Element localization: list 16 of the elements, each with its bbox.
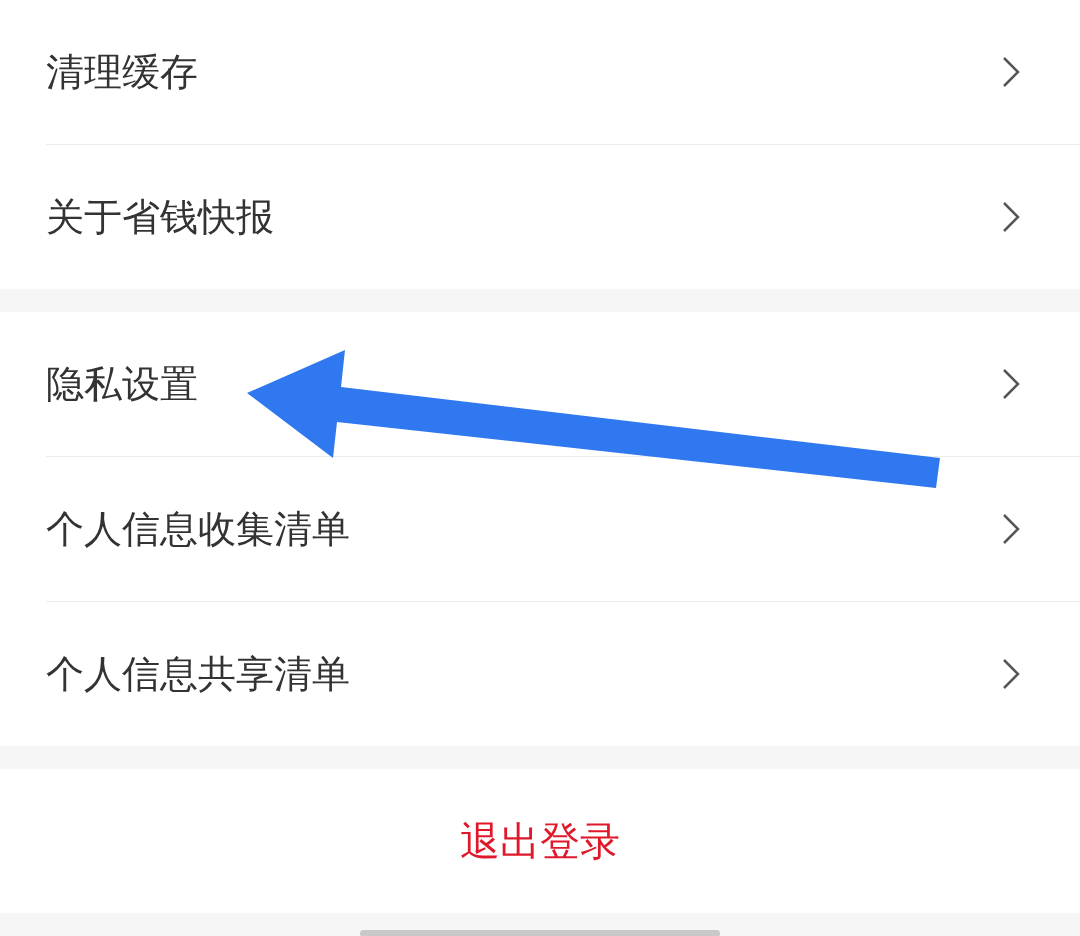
menu-item-label: 隐私设置	[46, 360, 198, 408]
chevron-right-icon	[1002, 201, 1020, 233]
menu-item[interactable]: 个人信息共享清单	[46, 601, 1080, 746]
menu-item-label: 个人信息收集清单	[46, 505, 350, 553]
logout-button[interactable]: 退出登录	[0, 769, 1080, 913]
chevron-right-icon	[1002, 56, 1020, 88]
home-indicator[interactable]	[360, 930, 720, 936]
menu-item-label: 关于省钱快报	[46, 193, 274, 241]
menu-item-label: 清理缓存	[46, 48, 198, 96]
chevron-right-icon	[1002, 368, 1020, 400]
menu-item[interactable]: 关于省钱快报	[46, 144, 1080, 289]
menu-item[interactable]: 清理缓存	[46, 0, 1080, 144]
chevron-right-icon	[1002, 513, 1020, 545]
menu-item-label: 个人信息共享清单	[46, 650, 350, 698]
chevron-right-icon	[1002, 658, 1020, 690]
menu-item[interactable]: 隐私设置	[46, 312, 1080, 456]
